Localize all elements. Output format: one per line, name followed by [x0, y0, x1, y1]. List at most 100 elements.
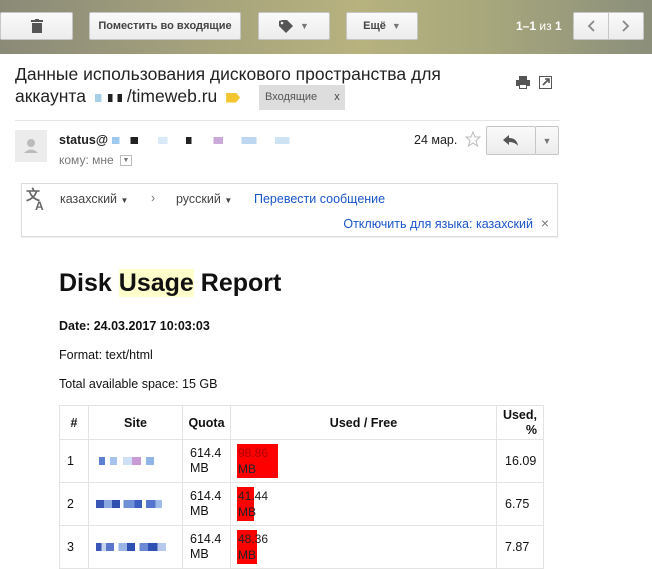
message-date: 24 мар.	[414, 133, 458, 147]
pager-range: 1–1	[516, 19, 537, 33]
row-num: 2	[59, 482, 89, 526]
show-details-button[interactable]: ▼	[120, 155, 133, 167]
move-to-inbox-button[interactable]: Поместить во входящие	[89, 12, 241, 40]
report-total: Total available space: 15 GB	[59, 377, 218, 391]
usage-bar-text: 98.86 MB	[238, 445, 268, 477]
subject-line-2: аккаунта /timeweb.ru Входящие x	[15, 85, 495, 110]
header-used-free: Used / Free	[230, 405, 497, 440]
source-language-select[interactable]: казахский ▼	[60, 192, 128, 206]
quota-value: 614.4	[190, 532, 222, 546]
toolbar: Поместить во входящие ▼ Ещё ▼ 1–1 из 1	[0, 0, 652, 54]
disable-language-link[interactable]: Отключить для языка: казахский	[343, 217, 533, 231]
avatar	[15, 130, 47, 162]
usage-bar-cell: 41.44 MB	[230, 482, 497, 526]
trash-icon	[30, 19, 43, 33]
usage-bar-cell: 98.86 MB	[230, 439, 497, 483]
header-used-pct: Used, %	[496, 405, 544, 440]
newer-button[interactable]	[573, 12, 609, 40]
row-num: 3	[59, 525, 89, 569]
row-quota: 614.4 MB	[182, 482, 231, 526]
email-subject: Данные использования дискового пространс…	[15, 64, 495, 110]
sender-email[interactable]: status@	[59, 133, 108, 147]
subject-line-1: Данные использования дискового пространс…	[15, 64, 441, 84]
chevron-right-icon: ›	[151, 191, 156, 205]
header-quota: Quota	[182, 405, 231, 440]
report-title-post: Report	[193, 269, 282, 297]
row-site	[88, 482, 183, 526]
sender-line: status@	[59, 133, 297, 147]
table-row: 1 614.4 MB 98.86 MB 16.09	[59, 439, 544, 483]
used-value: 48.36	[238, 532, 269, 546]
redacted-text	[111, 137, 297, 145]
important-marker-icon[interactable]	[226, 92, 241, 103]
close-icon[interactable]: ×	[541, 215, 549, 231]
recipient-text: кому: мне	[59, 153, 114, 167]
labels-button[interactable]: ▼	[258, 12, 330, 40]
row-quota: 614.4 MB	[182, 525, 231, 569]
print-icon[interactable]	[516, 76, 530, 89]
quota-unit: MB	[190, 547, 209, 561]
new-window-icon[interactable]	[539, 76, 552, 89]
free-value: MB	[238, 462, 256, 476]
remove-label-button[interactable]: x	[334, 91, 340, 103]
pager-count: 1–1 из 1	[516, 19, 562, 33]
usage-bar-text: 48.36 MB	[238, 531, 268, 563]
inbox-label: Входящие x	[259, 85, 345, 110]
star-icon[interactable]	[465, 131, 481, 147]
usage-bar-text: 41.44 MB	[238, 488, 268, 520]
redacted-text	[94, 93, 127, 102]
older-button[interactable]	[608, 12, 644, 40]
translate-icon: 文A	[26, 187, 44, 213]
redacted-site	[96, 543, 166, 551]
quota-value: 614.4	[190, 446, 222, 460]
report-title: Disk Usage Report	[59, 269, 281, 298]
table-header-row: # Site Quota Used / Free Used, %	[59, 405, 544, 440]
chevron-down-icon: ▼	[120, 196, 129, 205]
redacted-site	[96, 500, 162, 508]
redacted-site	[99, 457, 159, 465]
subject-prefix: аккаунта	[15, 86, 86, 107]
delete-button[interactable]	[0, 12, 73, 40]
header-site: Site	[88, 405, 183, 440]
usage-table: # Site Quota Used / Free Used, % 1 614.4…	[59, 405, 544, 569]
chevron-down-icon: ▼	[542, 135, 552, 146]
target-language-select[interactable]: русский ▼	[176, 192, 232, 206]
table-row: 2 614.4 MB 41.44 MB 6.75	[59, 482, 544, 526]
more-button[interactable]: Ещё ▼	[346, 12, 418, 40]
chevron-left-icon	[587, 20, 595, 32]
quota-unit: MB	[190, 461, 209, 475]
reply-button[interactable]	[486, 126, 536, 155]
chevron-down-icon: ▼	[224, 196, 233, 205]
row-site	[88, 439, 183, 483]
usage-bar-cell: 48.36 MB	[230, 525, 497, 569]
source-language-label: казахский	[60, 192, 118, 206]
pager-of: из	[539, 19, 552, 33]
chevron-right-icon	[622, 20, 630, 32]
translate-message-link[interactable]: Перевести сообщение	[254, 192, 385, 206]
target-language-label: русский	[176, 192, 221, 206]
header-num: #	[59, 405, 89, 440]
report-format: Format: text/html	[59, 348, 153, 362]
row-pct: 6.75	[496, 482, 544, 526]
tag-icon	[279, 19, 294, 33]
pager-total: 1	[554, 19, 562, 33]
inbox-label-text: Входящие	[265, 91, 318, 103]
person-icon	[24, 139, 38, 153]
used-value: 98.86	[238, 446, 269, 460]
row-num: 1	[59, 439, 89, 483]
subject-suffix: /timeweb.ru	[126, 86, 218, 107]
translate-bar: 文A казахский ▼ › русский ▼ Перевести соо…	[21, 183, 558, 237]
report-title-highlight: Usage	[118, 269, 194, 297]
recipient-line: кому: мне ▼	[59, 153, 133, 167]
row-pct: 16.09	[496, 439, 544, 483]
row-quota: 614.4 MB	[182, 439, 231, 483]
used-value: 41.44	[238, 489, 269, 503]
chevron-down-icon: ▼	[300, 21, 309, 31]
row-site	[88, 525, 183, 569]
subject-divider	[15, 120, 560, 121]
quota-value: 614.4	[190, 489, 222, 503]
quota-unit: MB	[190, 504, 209, 518]
row-pct: 7.87	[496, 525, 544, 569]
reply-options-button[interactable]: ▼	[535, 126, 559, 155]
reply-icon	[503, 134, 518, 146]
